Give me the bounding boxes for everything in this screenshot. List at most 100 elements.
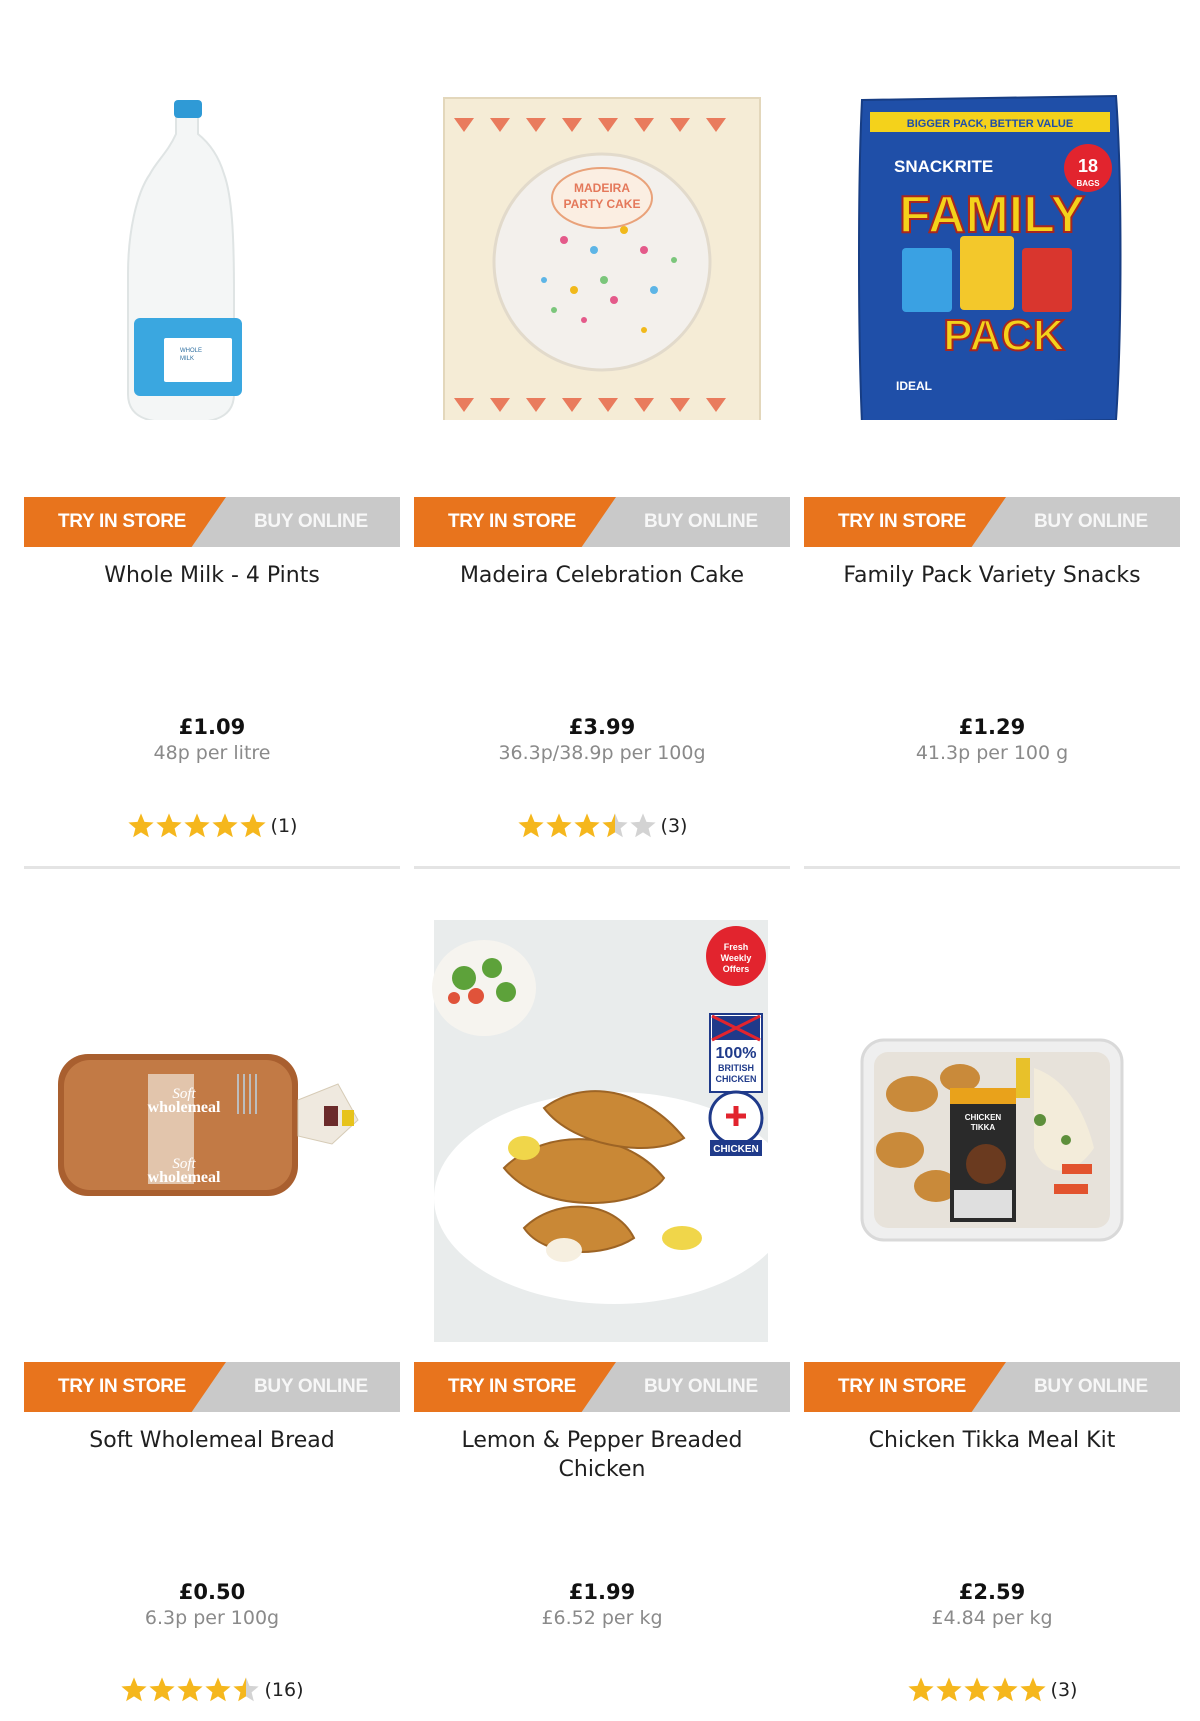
buy-online-tab[interactable]: BUY ONLINE: [1034, 1362, 1148, 1412]
product-image[interactable]: BIGGER PACK, BETTER VALUE SNACKRITE 18 B…: [804, 0, 1180, 426]
try-in-store-tab[interactable]: TRY IN STORE: [58, 1362, 186, 1412]
star-icon: [211, 813, 238, 838]
svg-text:Offers: Offers: [723, 964, 750, 974]
svg-text:FAMILY: FAMILY: [899, 186, 1085, 244]
star-icon: [629, 813, 656, 838]
product-image[interactable]: MADEIRA PARTY CAKE: [414, 0, 790, 429]
product-price: £0.50: [178, 1580, 246, 1604]
svg-text:CHICKEN: CHICKEN: [713, 1144, 759, 1155]
buy-online-tab[interactable]: BUY ONLINE: [644, 1362, 758, 1412]
review-count: (3): [660, 815, 688, 837]
unit-price: 41.3p per 100 g: [915, 742, 1069, 764]
product-rating[interactable]: (16): [24, 1676, 400, 1712]
star-icon: [601, 813, 628, 838]
purchase-tabs: TRY IN STORE BUY ONLINE: [414, 497, 790, 547]
svg-text:CHICKEN: CHICKEN: [715, 1074, 756, 1084]
bread-loaf-icon: Soft wholemeal Soft wholemeal: [58, 1054, 359, 1196]
svg-text:BIGGER PACK, BETTER VALUE: BIGGER PACK, BETTER VALUE: [907, 118, 1073, 130]
breaded-chicken-plate-icon: Fresh Weekly Offers 100% BRITISH CHICKEN…: [432, 920, 794, 1342]
try-in-store-tab[interactable]: TRY IN STORE: [58, 497, 186, 547]
star-icon: [239, 813, 266, 838]
product-price: £1.99: [568, 1580, 636, 1604]
unit-price: £4.84 per kg: [931, 1607, 1053, 1629]
product-name[interactable]: Family Pack Variety Snacks: [804, 561, 1180, 590]
party-cake-box-icon: MADEIRA PARTY CAKE: [443, 97, 761, 429]
svg-text:18: 18: [1078, 156, 1098, 176]
star-rating: [907, 1676, 1047, 1704]
product-name[interactable]: Lemon & Pepper Breaded Chicken: [414, 1426, 790, 1484]
try-in-store-tab[interactable]: TRY IN STORE: [838, 1362, 966, 1412]
review-count: (16): [264, 1679, 304, 1701]
product-name[interactable]: Soft Wholemeal Bread: [24, 1426, 400, 1455]
svg-text:IDEAL: IDEAL: [896, 379, 932, 393]
unit-price: £6.52 per kg: [541, 1607, 663, 1629]
unit-price: 6.3p per 100g: [144, 1607, 280, 1629]
star-icon: [149, 1677, 176, 1702]
star-icon: [935, 1677, 962, 1702]
purchase-tabs: TRY IN STORE BUY ONLINE: [24, 497, 400, 547]
product-name[interactable]: Madeira Celebration Cake: [414, 561, 790, 590]
unit-price: 48p per litre: [153, 742, 271, 764]
svg-text:SNACKRITE: SNACKRITE: [894, 157, 993, 176]
product-name[interactable]: Chicken Tikka Meal Kit: [804, 1426, 1180, 1455]
product-price: £1.29: [958, 715, 1026, 739]
product-price: £2.59: [958, 1580, 1026, 1604]
product-price: £3.99: [568, 715, 636, 739]
star-icon: [573, 813, 600, 838]
milk-label-text: WHOLE: [180, 348, 202, 354]
product-rating[interactable]: (3): [804, 1676, 1180, 1712]
star-icon: [177, 1677, 204, 1702]
try-in-store-tab[interactable]: TRY IN STORE: [448, 1362, 576, 1412]
svg-text:wholemeal: wholemeal: [148, 1169, 221, 1186]
product-name[interactable]: Whole Milk - 4 Pints: [24, 561, 400, 590]
buy-online-tab[interactable]: BUY ONLINE: [644, 497, 758, 547]
star-icon: [907, 1677, 934, 1702]
try-in-store-tab[interactable]: TRY IN STORE: [448, 497, 576, 547]
review-count: (1): [270, 815, 298, 837]
star-icon: [517, 813, 544, 838]
product-image[interactable]: Fresh Weekly Offers 100% BRITISH CHICKEN…: [414, 868, 794, 1342]
svg-text:BRITISH: BRITISH: [718, 1063, 754, 1073]
star-icon: [233, 1677, 260, 1702]
purchase-tabs: TRY IN STORE BUY ONLINE: [804, 497, 1180, 547]
svg-text:wholemeal: wholemeal: [148, 1099, 221, 1116]
star-icon: [121, 1677, 148, 1702]
unit-price: 36.3p/38.9p per 100g: [498, 742, 706, 764]
product-rating[interactable]: (1): [24, 812, 400, 848]
review-count: (3): [1050, 1679, 1078, 1701]
star-icon: [155, 813, 182, 838]
buy-online-tab[interactable]: BUY ONLINE: [254, 1362, 368, 1412]
svg-text:MILK: MILK: [180, 356, 194, 362]
star-rating: [517, 812, 657, 840]
svg-text:TIKKA: TIKKA: [971, 1123, 996, 1132]
purchase-tabs: TRY IN STORE BUY ONLINE: [804, 1362, 1180, 1412]
svg-text:Weekly: Weekly: [721, 953, 752, 963]
star-icon: [963, 1677, 990, 1702]
milk-bottle-icon: WHOLE MILK: [127, 100, 242, 423]
svg-text:CHICKEN: CHICKEN: [965, 1113, 1002, 1122]
try-in-store-tab[interactable]: TRY IN STORE: [838, 497, 966, 547]
star-icon: [545, 813, 572, 838]
svg-text:PACK: PACK: [943, 311, 1065, 360]
star-icon: [205, 1677, 232, 1702]
buy-online-tab[interactable]: BUY ONLINE: [1034, 497, 1148, 547]
buy-online-tab[interactable]: BUY ONLINE: [254, 497, 368, 547]
purchase-tabs: TRY IN STORE BUY ONLINE: [414, 1362, 790, 1412]
svg-text:PARTY CAKE: PARTY CAKE: [564, 197, 641, 211]
purchase-tabs: TRY IN STORE BUY ONLINE: [24, 1362, 400, 1412]
svg-text:Fresh: Fresh: [724, 942, 749, 952]
product-image[interactable]: Soft wholemeal Soft wholemeal: [24, 868, 400, 1288]
star-icon: [127, 813, 154, 838]
star-icon: [1019, 1677, 1046, 1702]
star-icon: [991, 1677, 1018, 1702]
svg-text:MADEIRA: MADEIRA: [574, 181, 630, 195]
star-rating: [127, 812, 267, 840]
product-rating[interactable]: (3): [414, 812, 790, 848]
star-rating: [120, 1676, 260, 1704]
star-icon: [183, 813, 210, 838]
product-price: £1.09: [178, 715, 246, 739]
meal-kit-tray-icon: CHICKEN TIKKA: [860, 1038, 1124, 1242]
svg-text:100%: 100%: [716, 1045, 757, 1062]
product-image[interactable]: CHICKEN TIKKA: [804, 868, 1180, 1288]
product-image[interactable]: WHOLE MILK: [24, 0, 400, 423]
